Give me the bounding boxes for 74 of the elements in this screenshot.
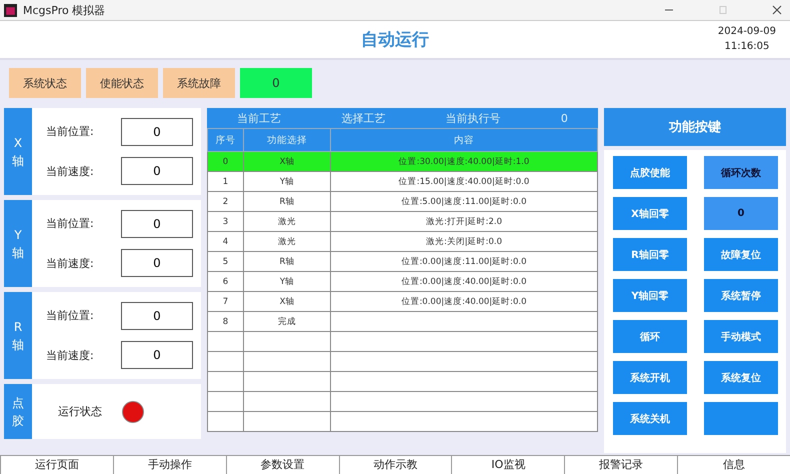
time-text: 11:16:05 <box>724 40 770 54</box>
table-cell: 7 <box>208 292 244 312</box>
exec-number: 0 <box>560 112 568 124</box>
cycle-count-label: 循环次数 <box>704 156 778 189</box>
value-field: 0 <box>121 157 193 186</box>
table-cell: 0 <box>208 152 244 172</box>
function-button[interactable]: 系统复位 <box>704 361 778 394</box>
table-cell: 激光:打开|延时:2.0 <box>330 212 598 232</box>
function-button[interactable]: 系统开机 <box>613 361 687 394</box>
status-value: 0 <box>240 68 312 98</box>
window-title: McgsPro 模拟器 <box>23 2 106 18</box>
function-button[interactable]: 点胶使能 <box>613 156 687 189</box>
function-button[interactable]: 故障复位 <box>704 238 778 271</box>
field-label: 当前位置: <box>46 124 94 140</box>
date-text: 2024-09-09 <box>718 25 776 39</box>
axis-label: X轴 <box>4 108 32 195</box>
table-cell: X轴 <box>244 292 330 312</box>
function-button[interactable]: 循环 <box>613 320 687 353</box>
table-cell: 3 <box>208 212 244 232</box>
panel-title: 功能按键 <box>604 108 786 146</box>
table-cell: 位置:0.00|速度:11.00|延时:0.0 <box>330 252 598 272</box>
table-cell: Y轴 <box>244 272 330 292</box>
table-cell: R轴 <box>244 252 330 272</box>
function-button[interactable]: X轴回零 <box>613 197 687 230</box>
status-button[interactable]: 使能状态 <box>86 68 158 98</box>
field-label: 当前位置: <box>46 308 94 324</box>
value-field: 0 <box>121 341 193 370</box>
table-cell: 激光:关闭|延时:0.0 <box>330 232 598 252</box>
table-cell: 5 <box>208 252 244 272</box>
table-cell: 位置:30.00|速度:40.00|延时:1.0 <box>330 152 598 172</box>
table-cell: 位置:5.00|速度:11.00|延时:0.0 <box>330 192 598 212</box>
table-cell: 激光 <box>244 232 330 252</box>
process-label: 选择工艺 <box>341 110 386 126</box>
status-button[interactable]: 系统状态 <box>9 68 81 98</box>
status-button[interactable]: 系统故障 <box>163 68 235 98</box>
table-cell: Y轴 <box>244 172 330 192</box>
value-field: 0 <box>121 210 193 238</box>
axis-label: Y轴 <box>4 200 32 287</box>
field-label: 当前速度: <box>46 164 94 179</box>
table-cell: 激光 <box>244 212 330 232</box>
page-title: 自动运行 <box>361 29 429 51</box>
value-field: 0 <box>121 118 193 146</box>
table-cell: 完成 <box>244 312 330 332</box>
axis-label: R轴 <box>4 292 32 379</box>
cycle-count-value: 0 <box>704 197 778 230</box>
field-label: 当前速度: <box>46 348 94 363</box>
table-cell: 1 <box>208 172 244 192</box>
process-label: 当前执行号 <box>446 110 501 126</box>
function-button[interactable]: Y轴回零 <box>613 279 687 312</box>
function-button[interactable]: 系统关机 <box>613 402 687 435</box>
function-button[interactable]: 系统暂停 <box>704 279 778 312</box>
table-cell: 位置:15.00|速度:40.00|延时:0.0 <box>330 172 598 192</box>
dispense-label: 点胶 <box>4 384 32 439</box>
value-field: 0 <box>121 249 193 278</box>
close-icon[interactable] <box>772 5 782 15</box>
table-cell: R轴 <box>244 192 330 212</box>
table-cell: 4 <box>208 232 244 252</box>
field-label: 当前速度: <box>46 256 94 271</box>
table-cell: 2 <box>208 192 244 212</box>
function-button[interactable]: 手动模式 <box>704 320 778 353</box>
table-cell: 位置:0.00|速度:40.00|延时:0.0 <box>330 272 598 292</box>
table-cell: 8 <box>208 312 244 332</box>
table-cell: 位置:0.00|速度:40.00|延时:0.0 <box>330 292 598 312</box>
value-field: 0 <box>121 302 193 330</box>
field-label: 当前位置: <box>46 216 94 232</box>
column-header: 内容 <box>330 128 598 152</box>
function-button[interactable]: R轴回零 <box>613 238 687 271</box>
table-cell: X轴 <box>244 152 330 172</box>
column-header: 功能选择 <box>244 128 330 152</box>
run-state-label: 运行状态 <box>58 404 102 419</box>
table-cell: 6 <box>208 272 244 292</box>
process-label: 当前工艺 <box>237 110 282 126</box>
app-icon <box>4 4 17 16</box>
column-header: 序号 <box>208 128 244 152</box>
